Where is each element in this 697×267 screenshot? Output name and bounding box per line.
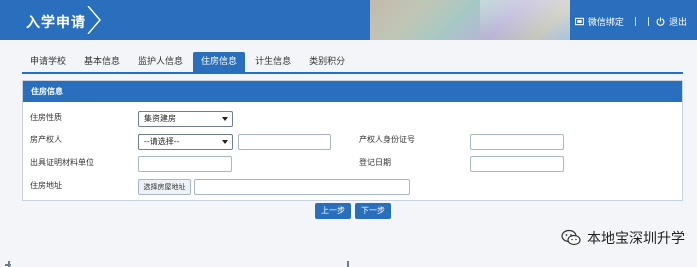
wechat-bind-link[interactable]: 微信绑定: [574, 15, 624, 28]
issuer-label: 出具证明材料单位: [30, 158, 94, 167]
corner-tick: [5, 264, 11, 266]
owner-id-input[interactable]: [470, 134, 564, 150]
owner-label: 房产权人: [30, 135, 62, 144]
watermark: 本地宝深圳升学: [561, 228, 685, 248]
title-area: 入学申请: [0, 0, 101, 40]
address-label: 住房地址: [30, 181, 62, 190]
tab-basic-info[interactable]: 基本信息: [76, 52, 128, 72]
address-input[interactable]: [194, 179, 410, 195]
housing-info-panel: 住房信息 住房性质 集资建房 房产权人 --请选择-- 产权人身份证号 出具证明…: [22, 80, 683, 201]
panel-title: 住房信息: [23, 81, 682, 102]
tab-apply-school[interactable]: 申请学校: [22, 52, 74, 72]
owner-select[interactable]: --请选择--: [138, 134, 233, 150]
page-title: 入学申请: [26, 15, 86, 31]
issuer-input[interactable]: [138, 156, 232, 172]
tab-underline: [22, 72, 683, 74]
dropdown-arrow-icon: [222, 117, 228, 121]
wechat-bind-label: 微信绑定: [587, 18, 624, 28]
housing-nature-label: 住房性质: [30, 113, 62, 122]
wechat-icon: [574, 17, 584, 26]
dropdown-arrow-icon: [222, 140, 228, 144]
logout-link[interactable]: 退出: [656, 15, 687, 28]
housing-nature-select[interactable]: 集资建房: [138, 111, 233, 127]
select-address-button[interactable]: 选择房屋地址: [138, 179, 191, 195]
watermark-text: 本地宝深圳升学: [587, 231, 685, 247]
reg-date-label: 登记日期: [359, 158, 391, 167]
tab-guardian-info[interactable]: 监护人信息: [130, 52, 191, 72]
header-decoration-overlay: [480, 0, 570, 40]
tab-family-planning[interactable]: 计生信息: [247, 52, 299, 72]
wechat-logo-icon: [561, 229, 581, 246]
app-header: 入学申请 微信绑定 | | 退出: [0, 0, 697, 40]
owner-value: --请选择--: [144, 137, 180, 146]
next-step-button[interactable]: 下一步: [355, 203, 391, 219]
header-separator-2: |: [646, 16, 650, 27]
logout-label: 退出: [668, 18, 687, 28]
header-actions: 微信绑定 | | 退出: [574, 15, 687, 28]
chevron-right-icon: [84, 5, 104, 35]
tab-bar: 申请学校 基本信息 监护人信息 住房信息 计生信息 类别积分: [22, 52, 355, 74]
owner-id-label: 产权人身份证号: [359, 135, 415, 144]
corner-tick: [347, 261, 349, 267]
power-icon: [656, 17, 665, 26]
prev-step-button[interactable]: 上一步: [315, 203, 351, 219]
tab-category-points[interactable]: 类别积分: [301, 52, 353, 72]
reg-date-input[interactable]: [470, 156, 564, 172]
header-separator: |: [633, 16, 637, 27]
housing-nature-value: 集资建房: [144, 114, 176, 123]
owner-name-input[interactable]: [238, 134, 331, 150]
tab-housing-info[interactable]: 住房信息: [193, 52, 246, 72]
